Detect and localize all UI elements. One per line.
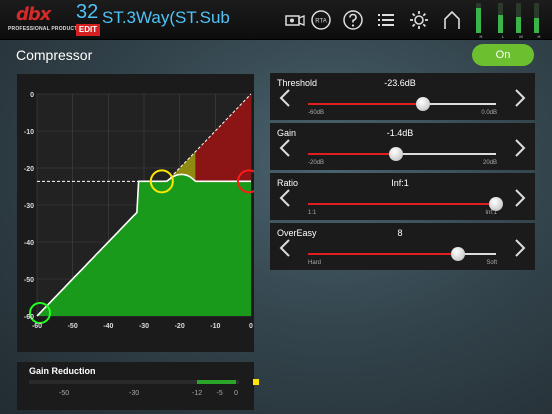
gain-slider-thumb[interactable] xyxy=(389,147,404,161)
overeasy-decrement-chevron-left-icon[interactable] xyxy=(278,238,292,258)
help-icon[interactable] xyxy=(342,9,364,31)
ratio-slider[interactable] xyxy=(308,197,503,211)
rta-label: RTA xyxy=(315,19,326,25)
overeasy-slider-thumb[interactable] xyxy=(451,247,466,261)
threshold-max-label: 0.0dB xyxy=(481,110,497,116)
page-title: Compressor xyxy=(16,47,93,63)
compressor-curve-graph[interactable]: 0 -10 -20 -30 -40 -50 -60 -60 -50 -40 -30 -20 -10 0 xyxy=(17,74,254,352)
gain-reduction-tick: -12 xyxy=(192,390,203,397)
gain-min-label: -20dB xyxy=(308,160,325,166)
logo-mark: dbx xyxy=(16,4,51,25)
level-meter xyxy=(476,3,481,33)
gain-reduction-title: Gain Reduction xyxy=(29,366,96,376)
y-tick-label: 0 xyxy=(30,92,34,99)
ratio-value: Inf:1 xyxy=(391,178,409,188)
on-button[interactable]: On xyxy=(472,44,534,66)
level-meter-label: M xyxy=(519,34,523,39)
overeasy-label: OverEasy xyxy=(277,228,317,238)
y-tick-label: -30 xyxy=(24,203,34,210)
x-tick-label: -10 xyxy=(210,323,220,330)
threshold-decrement-chevron-left-icon[interactable] xyxy=(278,88,292,108)
ratio-max-label: Inf:1 xyxy=(485,210,497,216)
y-tick-label: -10 xyxy=(24,129,34,136)
ratio-decrement-chevron-left-icon[interactable] xyxy=(278,188,292,208)
gain-label: Gain xyxy=(277,128,297,138)
level-meter-fill xyxy=(516,16,521,33)
level-meter-label: H xyxy=(537,34,541,39)
level-meter xyxy=(534,3,539,33)
x-tick-label: -30 xyxy=(139,323,149,330)
edit-badge: EDIT xyxy=(76,24,100,36)
logo-subtitle: PROFESSIONAL PRODUCTS xyxy=(8,26,82,32)
level-meter-fill xyxy=(498,15,503,33)
overeasy-value: 8 xyxy=(397,228,403,238)
threshold-increment-chevron-right-icon[interactable] xyxy=(513,88,527,108)
gain-reduction-tick: -50 xyxy=(59,390,70,397)
transfer-curve[interactable]: 0 -10 -20 -30 -40 -50 -60 -60 -50 -40 -30 -20 -10 0 xyxy=(17,74,254,352)
threshold-slider-thumb[interactable] xyxy=(415,97,430,111)
level-meter-fill xyxy=(476,7,481,33)
ratio-slider-fill xyxy=(308,203,496,205)
gain-reduction-panel: Gain Reduction -50 -30 -12 -5 0 xyxy=(17,362,259,410)
overeasy-control: OverEasy 8 Hard Soft xyxy=(270,223,535,270)
home-icon[interactable] xyxy=(441,9,463,31)
gain-control: Gain -1.4dB -20dB 20dB xyxy=(270,123,535,170)
threshold-label: Threshold xyxy=(277,78,318,88)
threshold-value: -23.6dB xyxy=(384,78,416,88)
level-meter xyxy=(498,3,503,33)
ratio-increment-chevron-right-icon[interactable] xyxy=(513,188,527,208)
threshold-control: Threshold -23.6dB -60dB 0.0dB xyxy=(270,73,535,120)
x-tick-label: -40 xyxy=(103,323,113,330)
x-tick-label: -20 xyxy=(175,323,185,330)
level-meters: HLMH xyxy=(476,2,550,39)
gain-reduction-tick: -30 xyxy=(129,390,140,397)
threshold-min-label: -60dB xyxy=(308,110,325,116)
gain-decrement-chevron-left-icon[interactable] xyxy=(278,138,292,158)
gain-value: -1.4dB xyxy=(386,128,414,138)
y-tick-label: -50 xyxy=(24,277,34,284)
threshold-slider[interactable] xyxy=(308,97,496,111)
threshold-slider-fill xyxy=(308,103,423,105)
ratio-min-label: 1:1 xyxy=(308,210,317,216)
gain-reduction-indicator xyxy=(253,379,259,385)
wizard-icon[interactable] xyxy=(284,9,306,31)
x-tick-label: -60 xyxy=(32,323,42,330)
ratio-label: Ratio xyxy=(277,178,299,188)
x-tick-label: -50 xyxy=(68,323,78,330)
gain-increment-chevron-right-icon[interactable] xyxy=(513,138,527,158)
gain-reduction-meter xyxy=(29,380,239,384)
settings-icon[interactable] xyxy=(408,9,430,31)
preset-name[interactable]: ST.3Way(ST.Sub xyxy=(102,8,230,28)
level-meter-fill xyxy=(534,18,539,33)
x-tick-label: 0 xyxy=(249,323,253,330)
overeasy-max-label: Soft xyxy=(486,260,497,266)
rta-icon[interactable]: RTA xyxy=(310,9,332,31)
preset-number[interactable]: 32 xyxy=(76,1,98,24)
gain-reduction-fill xyxy=(197,380,237,384)
y-tick-label: -20 xyxy=(24,166,34,173)
level-meter xyxy=(516,3,521,33)
top-bar: dbx PROFESSIONAL PRODUCTS 32 EDIT ST.3Wa… xyxy=(0,0,552,40)
overeasy-increment-chevron-right-icon[interactable] xyxy=(513,238,527,258)
y-tick-label: -40 xyxy=(24,240,34,247)
gain-max-label: 20dB xyxy=(482,160,497,166)
ratio-control: Ratio Inf:1 1:1 Inf:1 xyxy=(270,173,535,220)
overeasy-min-label: Hard xyxy=(308,260,322,266)
gain-slider-fill xyxy=(308,153,397,155)
y-tick-label: -60 xyxy=(24,314,34,321)
level-meter-label: L xyxy=(501,34,505,39)
gain-reduction-tick: -5 xyxy=(216,390,223,397)
overeasy-slider[interactable] xyxy=(308,247,496,261)
gain-reduction-tick: 0 xyxy=(234,390,238,397)
list-icon[interactable] xyxy=(375,9,397,31)
level-meter-label: H xyxy=(479,34,483,39)
overeasy-slider-fill xyxy=(308,253,459,255)
ratio-slider-thumb[interactable] xyxy=(489,197,503,211)
dbx-logo: dbx PROFESSIONAL PRODUCTS xyxy=(8,4,81,36)
gain-slider[interactable] xyxy=(308,147,496,161)
